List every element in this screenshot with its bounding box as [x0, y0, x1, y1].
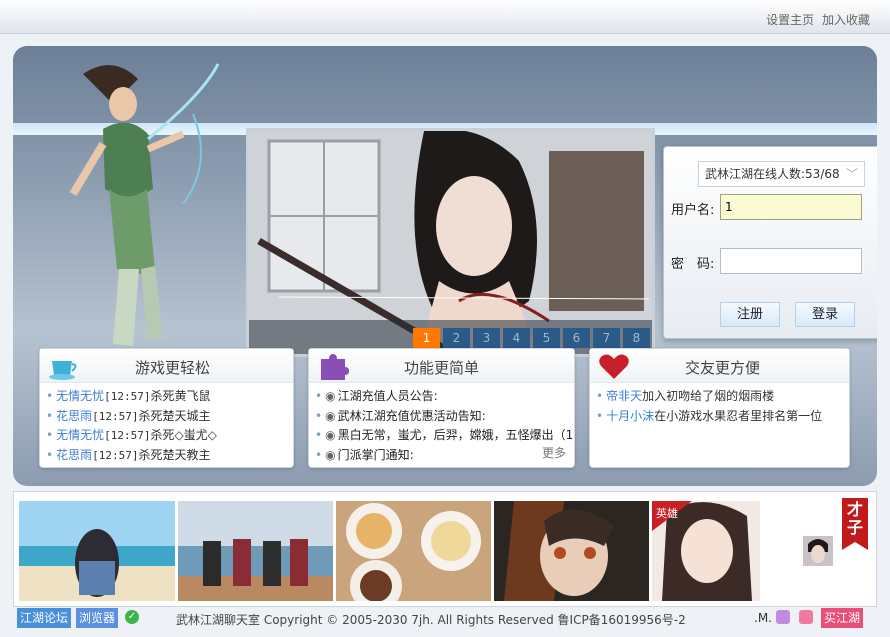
slide-page-2[interactable]: 2: [443, 328, 470, 348]
announcements-box: 功能更简单 • ◉ 江湖充值人员公告: • ◉ 武林江湖充值优惠活动告知: • ◉ 黑白无常…: [308, 348, 575, 468]
slide-page-6[interactable]: 6: [563, 328, 590, 348]
login-button[interactable]: 登录: [795, 302, 855, 327]
player-name[interactable]: 帝非天: [606, 389, 642, 403]
top-links: 设置主页 加入收藏: [762, 11, 870, 28]
list-item: • 无情无忧[12:57]杀死◇蚩尤◇: [46, 428, 217, 442]
player-name[interactable]: 无情无忧: [56, 389, 104, 403]
player-name[interactable]: 花思雨: [56, 409, 92, 423]
megaphone-icon: ◉: [325, 447, 336, 462]
talent-ribbon: 才子: [842, 498, 868, 550]
teacup-icon: [49, 361, 77, 380]
list-item: • 十月小沫在小游戏水果忍者里排名第一位: [596, 408, 823, 423]
event-time: [12:57]: [104, 390, 151, 403]
puzzle-icon: [321, 354, 349, 380]
event-text: 杀死楚天城主: [138, 408, 211, 423]
slide-page-7[interactable]: 7: [593, 328, 620, 348]
set-homepage-link[interactable]: 设置主页: [766, 13, 814, 27]
game-box-title: 游戏更轻松: [135, 359, 211, 377]
add-favorite-link[interactable]: 加入收藏: [822, 13, 870, 27]
func-box-title: 功能更简单: [404, 359, 480, 377]
event-text: 杀死◇蚩尤◇: [150, 428, 217, 442]
top-bar: 设置主页 加入收藏: [0, 0, 890, 34]
online-count-label: 武林江湖在线人数:53/68: [705, 167, 840, 181]
event-text: 杀死黄飞鼠: [150, 389, 211, 403]
username-label: 用户名:: [671, 203, 715, 218]
photo-gallery: 英雄 才子: [13, 491, 877, 607]
megaphone-icon: ◉: [325, 389, 336, 403]
grid-icon[interactable]: [776, 610, 790, 624]
buy-button[interactable]: 买江湖: [821, 608, 864, 628]
forum-link[interactable]: 江湖论坛: [17, 608, 72, 628]
slide-page-8[interactable]: 8: [623, 328, 650, 348]
social-box-title: 交友更方便: [685, 359, 761, 377]
game-news-box: 游戏更轻松 • 无情无忧[12:57]杀死黄飞鼠 • 花思雨[12:57]杀死楚天城…: [39, 348, 294, 468]
password-input[interactable]: [720, 248, 862, 274]
list-item: • 帝非天加入初吻给了烟的烟雨楼: [596, 389, 775, 403]
social-box: 交友更方便 • 帝非天加入初吻给了烟的烟雨楼 • 十月小沫在小游戏水果忍者里排名第一…: [589, 348, 850, 468]
heart-icon: [599, 354, 629, 379]
password-label: 密 码:: [671, 257, 715, 272]
banner-slideshow[interactable]: 1 2 3 4 5 6 7 8: [246, 128, 655, 357]
event-time: [12:57]: [104, 429, 151, 442]
dotm-text: .M.: [754, 611, 772, 625]
list-item: • ◉ 江湖充值人员公告:: [315, 389, 438, 403]
func-box-header: 功能更简单: [309, 349, 574, 383]
check-icon: ✓: [125, 610, 139, 624]
more-link[interactable]: 更多: [542, 444, 566, 461]
gallery-photo-heroine[interactable]: 英雄: [652, 501, 760, 601]
social-text: 在小游戏水果忍者里排名第一位: [654, 408, 823, 423]
gallery-photo-anime[interactable]: [494, 501, 649, 601]
list-item: • 无情无忧[12:57]杀死黄飞鼠: [46, 389, 211, 403]
social-text: 加入初吻给了烟的烟雨楼: [642, 389, 775, 403]
event-time: [12:57]: [92, 409, 139, 423]
chevron-down-icon: ﹀: [845, 167, 858, 181]
headphones-icon[interactable]: [799, 610, 813, 624]
gallery-photo-food[interactable]: [336, 501, 491, 601]
player-name[interactable]: 十月小沫: [606, 409, 654, 423]
main-panel: 1 2 3 4 5 6 7 8 武林江湖在线人数:53/68 ﹀ 用户名: 密 …: [13, 46, 877, 486]
footer: 江湖论坛 浏览器 ✓ 武林江湖聊天室 Copyright © 2005-2030…: [13, 605, 877, 633]
register-button[interactable]: 注册: [720, 302, 780, 327]
list-item: • 花思雨[12:57]杀死楚天教主: [46, 447, 211, 462]
copyright-text: 武林江湖聊天室 Copyright © 2005-2030 7jh. All R…: [176, 613, 686, 627]
slide-page-4[interactable]: 4: [503, 328, 530, 348]
gallery-photo-group[interactable]: [178, 501, 333, 601]
browser-link[interactable]: 浏览器: [76, 608, 119, 628]
social-box-header: 交友更方便: [590, 349, 849, 383]
hero-badge-text: 英雄: [656, 506, 678, 520]
slide-page-1[interactable]: 1: [413, 328, 440, 348]
list-item: • 花思雨[12:57]杀死楚天城主: [46, 408, 211, 423]
megaphone-icon: ◉: [325, 408, 336, 423]
list-item: • ◉ 黑白无常，蚩尤，后羿，嫦娥，五怪爆出（1: [315, 428, 574, 442]
event-text: 杀死楚天教主: [138, 447, 211, 462]
social-list: • 帝非天加入初吻给了烟的烟雨楼 • 十月小沫在小游戏水果忍者里排名第一位: [590, 383, 849, 426]
slide-pager: 1 2 3 4 5 6 7 8: [410, 328, 650, 348]
online-count-select[interactable]: 武林江湖在线人数:53/68 ﹀: [698, 161, 865, 187]
slide-page-3[interactable]: 3: [473, 328, 500, 348]
event-time: [12:57]: [92, 448, 139, 462]
avatar[interactable]: [803, 536, 833, 566]
player-name[interactable]: 花思雨: [56, 448, 92, 462]
player-name[interactable]: 无情无忧: [56, 428, 104, 442]
announcement-link[interactable]: 武林江湖充值优惠活动告知:: [338, 409, 486, 423]
login-panel: 武林江湖在线人数:53/68 ﹀ 用户名: 密 码: 注册 登录: [663, 146, 877, 339]
slide-page-5[interactable]: 5: [533, 328, 560, 348]
warrior-illustration: [69, 63, 220, 346]
list-item: • ◉ 门派掌门通知:: [315, 447, 414, 462]
username-input[interactable]: [720, 194, 862, 220]
announcement-link[interactable]: 黑白无常，蚩尤，后羿，嫦娥，五怪爆出（1: [338, 428, 574, 442]
announcement-link[interactable]: 江湖充值人员公告:: [338, 389, 438, 403]
gallery-photo-beach[interactable]: [19, 501, 175, 601]
announcement-list: • ◉ 江湖充值人员公告: • ◉ 武林江湖充值优惠活动告知: • ◉ 黑白无常，蚩尤，后羿…: [309, 383, 574, 465]
kill-feed-list: • 无情无忧[12:57]杀死黄飞鼠 • 花思雨[12:57]杀死楚天城主 • 无情无…: [40, 383, 293, 465]
list-item: • ◉ 武林江湖充值优惠活动告知:: [315, 408, 486, 423]
megaphone-icon: ◉: [325, 428, 336, 442]
announcement-link[interactable]: 门派掌门通知:: [338, 448, 414, 462]
game-box-header: 游戏更轻松: [40, 349, 293, 383]
